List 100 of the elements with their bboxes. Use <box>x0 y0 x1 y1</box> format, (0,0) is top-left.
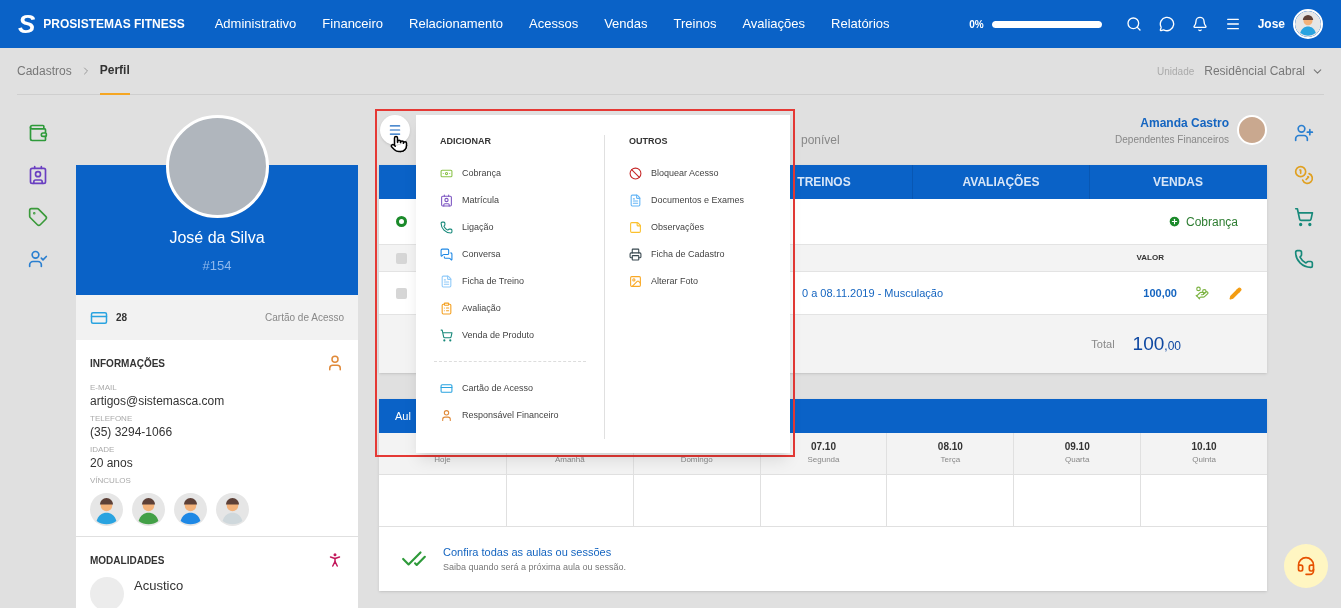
nav-link[interactable]: Financeiro <box>322 14 384 34</box>
nav-link[interactable]: Vendas <box>604 14 648 34</box>
card-label: Cartão de Acesso <box>265 311 344 325</box>
user-avatar <box>1293 9 1323 39</box>
person-icon <box>440 409 453 422</box>
menu-item[interactable]: Cartão de Acesso <box>440 379 580 398</box>
field-value: artigos@sistemasca.com <box>90 393 226 409</box>
wallet-icon[interactable] <box>28 123 48 143</box>
menu-item[interactable]: Cobrança <box>440 164 580 183</box>
menu-icon <box>388 123 402 137</box>
day-name: Quinta <box>1192 454 1216 466</box>
person-icon <box>326 354 344 372</box>
linked-person-avatar[interactable] <box>174 493 207 526</box>
user-check-icon[interactable] <box>28 249 48 269</box>
support-button[interactable] <box>1284 544 1328 588</box>
id-card-icon <box>440 382 453 395</box>
menu-section-title: OUTROS <box>629 135 669 148</box>
status-text: ponível <box>801 132 840 149</box>
linked-person-avatar[interactable] <box>216 493 249 526</box>
modality-name: Acustico <box>134 577 184 594</box>
menu-item[interactable]: Alterar Foto <box>629 272 766 291</box>
profile-name: José da Silva <box>169 227 265 248</box>
pencil-icon[interactable] <box>1229 286 1242 300</box>
day-name: Domingo <box>680 454 713 466</box>
unit-select[interactable]: Residêncial Cabral <box>1204 62 1324 80</box>
menu-item[interactable]: Matrícula <box>440 191 580 210</box>
menu-button[interactable] <box>380 115 410 145</box>
cart-icon <box>440 329 453 342</box>
menu-item[interactable]: Responsável Financeiro <box>440 406 580 425</box>
profile-id: #154 <box>202 256 232 275</box>
day-name: Quarta <box>1064 454 1090 466</box>
charge-value: 100,00 <box>1143 285 1177 301</box>
dependent-name[interactable]: Amanda Castro <box>1140 113 1229 132</box>
nav-link[interactable]: Administrativo <box>214 14 297 34</box>
breadcrumb-link[interactable]: Cadastros <box>17 47 72 95</box>
image-icon <box>629 275 642 288</box>
linked-person-avatar[interactable] <box>90 493 123 526</box>
contact-card-icon[interactable] <box>28 165 48 185</box>
field-value: (35) 3294-1066 <box>90 424 174 440</box>
section-title: MODALIDADES <box>90 553 165 568</box>
banknote-icon <box>440 167 453 180</box>
menu-item[interactable]: Ligação <box>440 218 580 237</box>
total-label: Total <box>1091 336 1115 352</box>
document-icon <box>440 275 453 288</box>
bell-icon[interactable] <box>1191 16 1208 32</box>
checkbox[interactable] <box>396 252 407 264</box>
menu-item[interactable]: Venda de Produto <box>440 326 580 345</box>
total-value: 100,00 <box>1132 331 1181 356</box>
clipboard-icon <box>440 302 453 315</box>
logo-mark[interactable]: S <box>18 11 36 37</box>
menu-item[interactable]: Avaliação <box>440 299 580 318</box>
price-tag-icon[interactable] <box>28 207 48 227</box>
printer-icon <box>629 248 642 261</box>
hand-cursor-icon <box>390 133 408 155</box>
chat-icon[interactable] <box>1158 16 1175 32</box>
field-label: E-MAIL <box>90 382 118 393</box>
nav-link[interactable]: Relacionamento <box>409 14 503 34</box>
day-name: Segunda <box>807 454 840 466</box>
menu-item[interactable]: Ficha de Cadastro <box>629 245 766 264</box>
menu-section-title: ADICIONAR <box>440 135 492 148</box>
menu-item[interactable]: Ficha de Treino <box>440 272 580 291</box>
day-date: 09.10 <box>1064 440 1090 454</box>
field-label: VÍNCULOS <box>90 475 132 487</box>
schedule-link[interactable]: Confira todas as aulas ou sessões <box>443 544 627 561</box>
dependent-photo-placeholder <box>1237 115 1267 145</box>
nav-link[interactable]: Avaliações <box>742 14 806 34</box>
menu-icon[interactable] <box>1224 16 1241 32</box>
day-date: 10.10 <box>1191 440 1217 454</box>
field-label: IDADE <box>90 444 116 455</box>
breadcrumb-link[interactable]: Perfil <box>99 47 130 95</box>
headset-icon <box>1296 556 1316 576</box>
document-icon <box>629 194 642 207</box>
day-name: Hoje <box>434 454 451 466</box>
schedule-hint: Saiba quando será a próxima aula ou sessão. <box>443 560 627 574</box>
linked-person-avatar[interactable] <box>132 493 165 526</box>
day-name: Terça <box>940 454 961 466</box>
tab[interactable]: AVALIAÇÕES <box>912 165 1089 199</box>
radio-button[interactable] <box>396 216 407 227</box>
brand-name[interactable]: PROSISTEMAS FITNESS <box>43 15 185 33</box>
section-title: INFORMAÇÕES <box>90 356 165 371</box>
checkbox[interactable] <box>396 287 407 299</box>
menu-item[interactable]: Conversa <box>440 245 580 264</box>
day-date: 08.10 <box>937 440 963 454</box>
user-name[interactable]: Jose <box>1257 15 1285 33</box>
tab[interactable]: VENDAS <box>1089 165 1266 199</box>
contact-card-icon <box>440 194 453 207</box>
nav-link[interactable]: Treinos <box>673 14 717 34</box>
day-name: Amanhã <box>554 454 585 466</box>
add-charge-button[interactable]: Cobrança <box>1167 212 1238 231</box>
chat-icon <box>440 248 453 261</box>
progress-label: 0% <box>969 17 984 32</box>
schedule-title: Aul <box>395 408 411 424</box>
menu-item[interactable]: Observações <box>629 218 766 237</box>
user-plus-icon[interactable] <box>1294 123 1314 143</box>
hand-money-icon[interactable] <box>1195 286 1209 300</box>
charge-description[interactable]: 0 a 08.11.2019 - Musculação <box>802 284 944 302</box>
nav-link[interactable]: Acessos <box>529 14 579 34</box>
card-count: 28 <box>116 311 128 325</box>
search-icon[interactable] <box>1125 16 1142 32</box>
nav-link[interactable]: Relatórios <box>831 14 890 34</box>
